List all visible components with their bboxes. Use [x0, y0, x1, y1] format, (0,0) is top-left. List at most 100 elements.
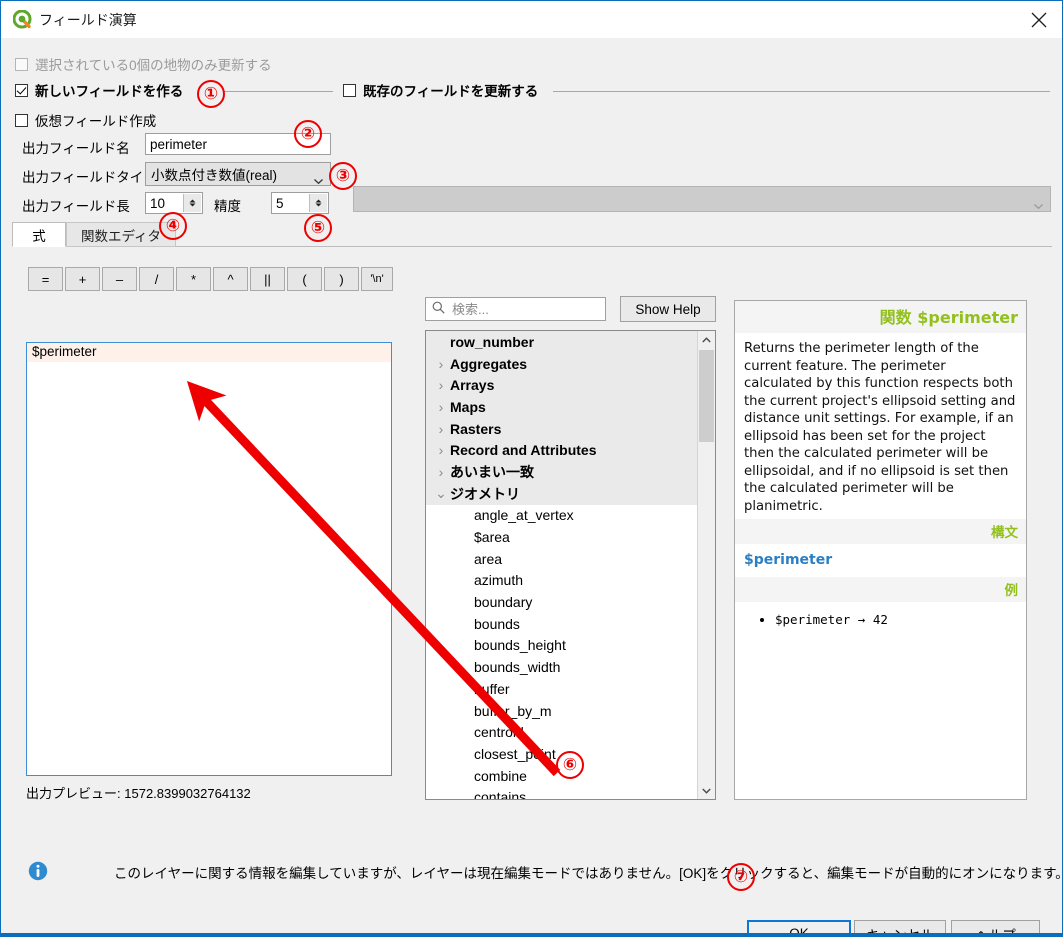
- show-help-label: Show Help: [635, 301, 701, 317]
- checkbox-box[interactable]: [15, 113, 28, 127]
- output-preview-label: 出力プレビュー:: [26, 786, 121, 801]
- checkbox-box[interactable]: [15, 83, 28, 97]
- close-icon[interactable]: [1016, 1, 1062, 38]
- output-field-precision-stepper[interactable]: 5: [271, 192, 329, 214]
- output-field-precision-label: 精度: [214, 199, 241, 214]
- chevron-down-icon[interactable]: ⌄: [432, 485, 450, 502]
- function-tree-item-label: buffer: [474, 680, 510, 697]
- output-field-name-input[interactable]: [145, 133, 331, 155]
- function-tree-item[interactable]: azimuth: [426, 569, 715, 592]
- function-tree-item-label: row_number: [450, 333, 535, 350]
- info-icon: [28, 861, 48, 884]
- checkbox-box[interactable]: [343, 83, 356, 97]
- stepper-down-icon[interactable]: [189, 203, 196, 207]
- operator-button-divide[interactable]: /: [139, 267, 174, 291]
- scroll-up-icon[interactable]: [698, 331, 715, 348]
- function-tree-item[interactable]: combine: [426, 764, 715, 787]
- output-field-type-combo[interactable]: 小数点付き数値(real): [145, 162, 331, 186]
- operator-button-power[interactable]: ^: [213, 267, 248, 291]
- qgis-logo-icon: [12, 9, 32, 29]
- stepper-down-icon[interactable]: [315, 203, 322, 207]
- function-tree-item-label: contains: [474, 789, 527, 800]
- output-field-name-label: 出力フィールド名: [22, 141, 130, 156]
- function-tree-item[interactable]: › あいまい一致: [426, 461, 715, 483]
- stepper-buttons[interactable]: [309, 194, 327, 212]
- operator-button-multiply[interactable]: *: [176, 267, 211, 291]
- function-tree-item[interactable]: closest_point: [426, 743, 715, 765]
- operator-label: –: [115, 271, 124, 287]
- chevron-right-icon[interactable]: ›: [432, 356, 450, 372]
- function-tree-scrollbar[interactable]: [697, 331, 715, 799]
- output-preview: 出力プレビュー: 1572.8399032764132: [26, 783, 251, 802]
- function-search-box[interactable]: [425, 297, 606, 321]
- function-tree-item[interactable]: › Maps: [426, 396, 715, 418]
- function-tree-item[interactable]: › Arrays: [426, 374, 715, 397]
- function-tree-item[interactable]: › Record and Attributes: [426, 439, 715, 462]
- title-bar: フィールド演算: [1, 1, 1062, 39]
- operator-button-concat[interactable]: ||: [250, 267, 285, 291]
- tab-label: 式: [32, 228, 46, 244]
- scroll-down-icon[interactable]: [698, 782, 715, 799]
- show-help-button[interactable]: Show Help: [620, 296, 716, 322]
- expression-editor[interactable]: $perimeter: [26, 342, 392, 776]
- function-tree-item[interactable]: buffer_by_m: [426, 699, 715, 722]
- help-syntax-value: $perimeter: [744, 552, 833, 569]
- function-tree-item[interactable]: angle_at_vertex: [426, 504, 715, 527]
- function-tree-item-label: Rasters: [450, 420, 502, 437]
- function-tree[interactable]: row_number › Aggregates › Arrays › Maps › Raster…: [425, 330, 716, 800]
- function-tree-item[interactable]: bounds_height: [426, 634, 715, 657]
- checkbox-update-existing-field[interactable]: 既存のフィールドを更新する: [343, 80, 538, 100]
- output-field-type-value: 小数点付き数値(real): [151, 168, 278, 183]
- search-input[interactable]: [450, 300, 594, 318]
- operator-label: ): [339, 271, 344, 287]
- group-rule-right: [553, 91, 1050, 92]
- tab-label: 関数エディタ: [80, 228, 162, 244]
- operator-button-equals[interactable]: =: [28, 267, 63, 291]
- operator-button-minus[interactable]: –: [102, 267, 137, 291]
- chevron-down-icon: [1034, 197, 1043, 210]
- function-tree-item[interactable]: contains: [426, 786, 715, 800]
- operator-button-open-paren[interactable]: (: [287, 267, 322, 291]
- function-tree-item[interactable]: row_number: [426, 331, 715, 353]
- help-title-name: $perimeter: [917, 308, 1018, 327]
- function-tree-item[interactable]: area: [426, 547, 715, 570]
- function-tree-item[interactable]: centroid: [426, 721, 715, 744]
- operator-button-plus[interactable]: +: [65, 267, 100, 291]
- function-tree-item[interactable]: $area: [426, 526, 715, 548]
- scrollbar-thumb[interactable]: [699, 350, 714, 442]
- chevron-right-icon[interactable]: ›: [432, 442, 450, 458]
- function-tree-item[interactable]: bounds_width: [426, 656, 715, 678]
- function-tree-item-label: bounds: [474, 615, 520, 632]
- help-description: Returns the perimeter length of the curr…: [744, 341, 1016, 514]
- help-example-item: $perimeter → 42: [775, 612, 1017, 627]
- tab-expression[interactable]: 式: [12, 222, 66, 247]
- function-tree-item[interactable]: buffer: [426, 678, 715, 700]
- function-tree-item[interactable]: › Aggregates: [426, 352, 715, 375]
- operator-label: /: [154, 271, 159, 287]
- tab-function-editor[interactable]: 関数エディタ: [66, 222, 176, 247]
- chevron-right-icon[interactable]: ›: [432, 377, 450, 393]
- chevron-right-icon[interactable]: ›: [432, 464, 450, 480]
- function-tree-item-label: あいまい一致: [450, 463, 534, 480]
- function-tree-item-label: centroid: [474, 724, 524, 741]
- function-tree-item-label: Record and Attributes: [450, 442, 597, 459]
- function-tree-item-label: $area: [474, 529, 510, 546]
- operator-label: (: [302, 271, 307, 287]
- output-field-precision-value: 5: [276, 195, 284, 211]
- function-tree-item[interactable]: bounds: [426, 612, 715, 635]
- function-tree-item[interactable]: boundary: [426, 591, 715, 613]
- operator-button-close-paren[interactable]: ): [324, 267, 359, 291]
- function-tree-items: row_number › Aggregates › Arrays › Maps › Raster…: [426, 331, 715, 800]
- output-field-length-stepper[interactable]: 10: [145, 192, 203, 214]
- operator-button-newline[interactable]: '\n': [361, 267, 393, 291]
- function-tree-item[interactable]: › Rasters: [426, 417, 715, 440]
- checkbox-create-virtual-field[interactable]: 仮想フィールド作成: [15, 110, 156, 130]
- function-tree-item[interactable]: ⌄ ジオメトリ: [426, 482, 715, 505]
- chevron-right-icon[interactable]: ›: [432, 421, 450, 437]
- stepper-buttons[interactable]: [183, 194, 201, 212]
- function-tree-item-label: area: [474, 550, 503, 567]
- chevron-right-icon[interactable]: ›: [432, 399, 450, 415]
- function-tree-item-label: boundary: [474, 594, 533, 611]
- checkbox-create-new-field[interactable]: 新しいフィールドを作る: [15, 80, 183, 100]
- function-tree-item-label: combine: [474, 767, 527, 784]
